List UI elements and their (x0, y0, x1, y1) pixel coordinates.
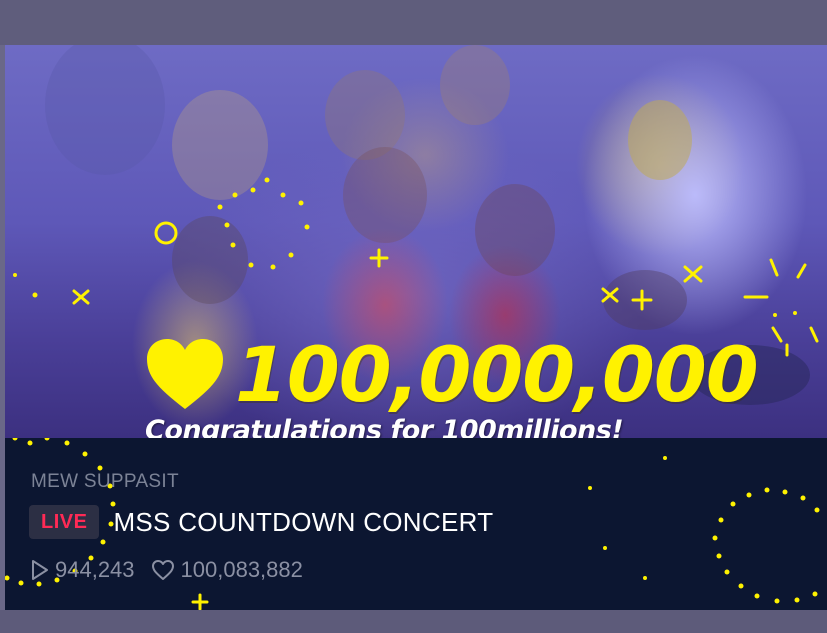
channel-name[interactable]: MEW SUPPASIT (31, 471, 179, 493)
stats-row: 944,243 100,083,882 (31, 556, 303, 584)
stream-info-panel: MEW SUPPASIT LIVE MSS COUNTDOWN CONCERT … (5, 438, 827, 610)
heart-outline-icon (151, 560, 174, 580)
play-icon (32, 560, 48, 580)
stream-title[interactable]: MSS COUNTDOWN CONCERT (113, 507, 493, 538)
like-milestone-count: 100,000,000 (235, 330, 759, 419)
live-badge: LIVE (29, 505, 100, 539)
congrats-caption: Congratulations for 100millions! (145, 415, 624, 438)
heart-icon (147, 339, 223, 409)
like-count: 100,083,882 (180, 557, 303, 582)
title-row: LIVE MSS COUNTDOWN CONCERT (29, 504, 493, 540)
top-bar (0, 0, 827, 45)
video-player[interactable]: 100,000,000 Congratulations for 100milli… (5, 45, 827, 438)
view-count: 944,243 (55, 557, 135, 582)
bottom-bar (0, 610, 827, 633)
like-milestone-banner: 100,000,000 (145, 330, 759, 419)
